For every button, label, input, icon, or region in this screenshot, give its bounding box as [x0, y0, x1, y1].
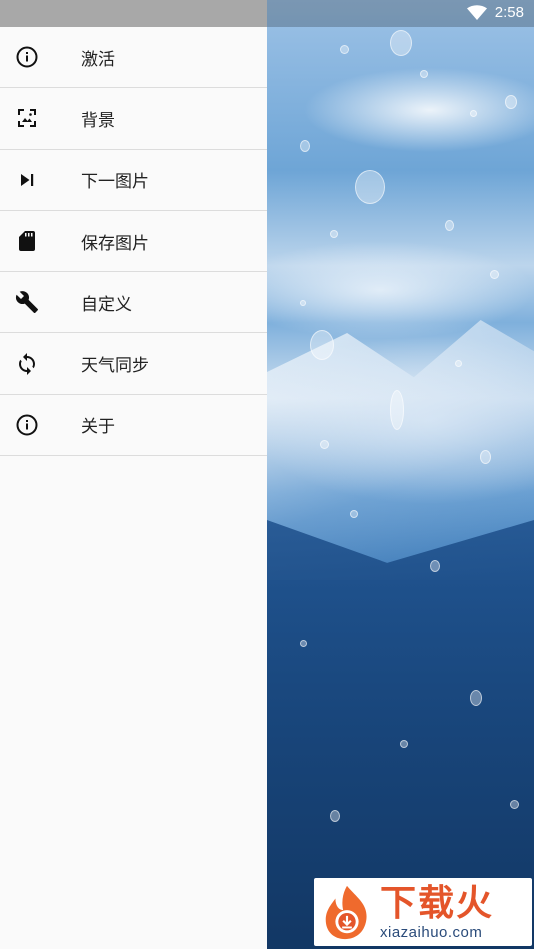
- wrench-icon: [0, 272, 54, 332]
- menu-item-label: 下一图片: [81, 172, 149, 193]
- watermark-title: 下载火: [380, 882, 495, 924]
- status-right: 2:58: [466, 4, 524, 21]
- menu-item-label: 背景: [81, 110, 115, 131]
- watermark-text: 下载火 xiazaihuo.com: [380, 882, 495, 941]
- sd-card-icon: [0, 211, 54, 271]
- menu-item-label: 激活: [81, 49, 115, 70]
- menu-item-label: 保存图片: [81, 233, 149, 254]
- menu-item-customize[interactable]: 自定义: [0, 272, 267, 334]
- menu-item-activate[interactable]: 激活: [0, 27, 267, 89]
- wallpaper-icon: [0, 88, 54, 148]
- flame-logo-icon: [318, 883, 376, 941]
- status-bar: 2:58: [0, 0, 534, 27]
- menu-item-label: 关于: [81, 417, 115, 438]
- watermark-url: xiazaihuo.com: [380, 923, 483, 941]
- menu-item-label: 天气同步: [81, 356, 149, 377]
- status-time: 2:58: [494, 4, 524, 21]
- skip-next-icon: [0, 150, 54, 210]
- menu-item-weather-sync[interactable]: 天气同步: [0, 333, 267, 395]
- menu-item-label: 自定义: [81, 294, 132, 315]
- wifi-icon: [466, 5, 487, 20]
- info-icon: [0, 27, 54, 87]
- status-bar-shade: [0, 0, 267, 27]
- watermark-badge: 下载火 xiazaihuo.com: [314, 878, 532, 946]
- menu-item-background[interactable]: 背景: [0, 88, 267, 150]
- navigation-drawer: 激活 背景 下一图片 保存图片 自定义 天气同步 关于: [0, 27, 267, 949]
- menu-item-save-image[interactable]: 保存图片: [0, 211, 267, 273]
- sync-icon: [0, 333, 54, 393]
- menu-item-next-image[interactable]: 下一图片: [0, 150, 267, 211]
- info-icon: [0, 395, 54, 455]
- menu-item-about[interactable]: 关于: [0, 395, 267, 457]
